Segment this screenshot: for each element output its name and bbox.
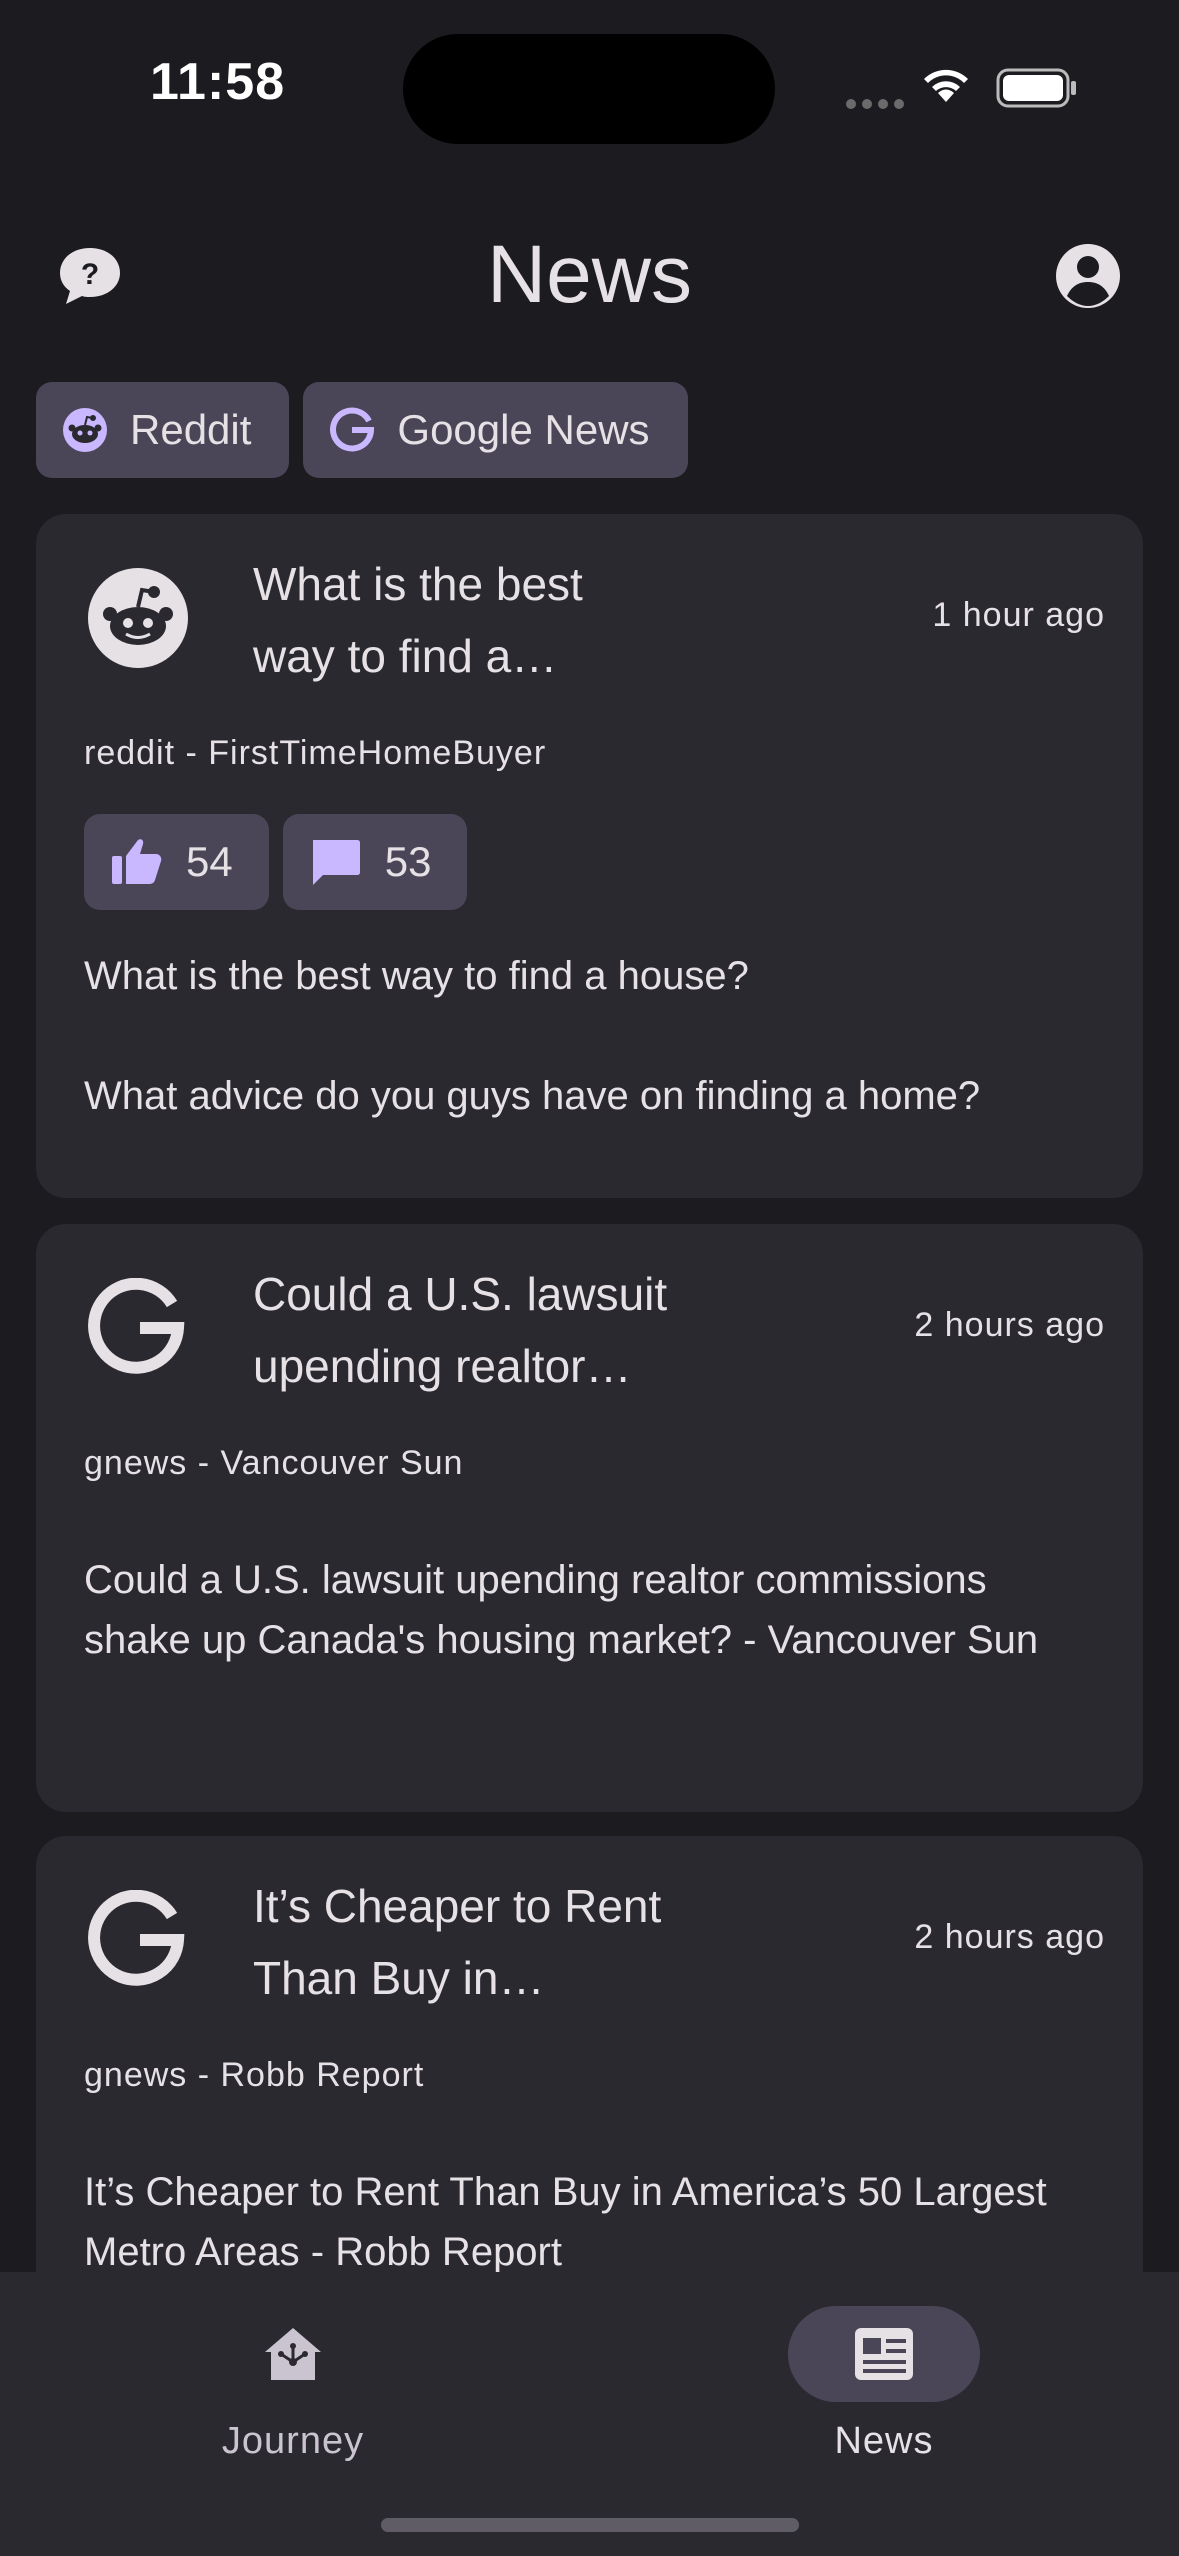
upvote-button[interactable]: 54 — [84, 814, 269, 910]
card-source: gnews - Robb Report — [84, 2056, 425, 2094]
google-icon — [88, 1890, 185, 1986]
thumb-up-icon — [112, 839, 162, 884]
reddit-icon — [63, 408, 107, 452]
card-timestamp: 1 hour ago — [932, 596, 1105, 634]
filter-chip-label: Google News — [397, 406, 650, 453]
upvote-count: 54 — [186, 838, 233, 885]
comment-icon — [312, 840, 360, 885]
nav-indicator — [788, 2306, 980, 2402]
filter-chip-reddit[interactable]: Reddit — [36, 382, 290, 478]
card-title: What is the best way to find a house? — [253, 558, 583, 682]
google-icon — [88, 1278, 185, 1374]
battery-icon — [996, 68, 1076, 108]
card-source: gnews - Vancouver Sun — [84, 1444, 464, 1482]
card-source: reddit - FirstTimeHomeBuyer — [84, 734, 547, 772]
news-card[interactable]: What is the best way to find a house? 1 … — [36, 514, 1143, 1198]
card-body: Could a U.S. lawsuit upending realtor co… — [84, 1558, 1039, 1662]
card-stats: 54 53 — [84, 814, 468, 910]
nav-item-journey[interactable]: Journey — [143, 2306, 443, 2463]
filter-chip-label: Reddit — [130, 406, 252, 453]
card-title: Could a U.S. lawsuit upending realtor co… — [253, 1268, 668, 1392]
nav-item-news[interactable]: News — [734, 2306, 1034, 2463]
newspaper-icon — [855, 2328, 913, 2380]
status-bar: 11:58 — [0, 0, 1179, 180]
status-time: 11:58 — [150, 53, 286, 111]
top-app-bar: ? News — [0, 200, 1179, 350]
card-timestamp: 2 hours ago — [914, 1918, 1105, 1956]
card-title: It’s Cheaper to Rent Than Buy in America… — [253, 1880, 662, 2004]
reddit-icon — [88, 568, 188, 668]
cellular-signal-icon — [846, 96, 910, 114]
filter-chip-google-news[interactable]: Google News — [303, 382, 688, 478]
google-icon — [330, 407, 375, 452]
journey-home-icon — [265, 2328, 321, 2380]
home-indicator[interactable] — [381, 2518, 799, 2532]
comments-button[interactable]: 53 — [282, 814, 468, 910]
card-body: What is the best way to find a house? Wh… — [84, 954, 981, 1118]
comment-count: 53 — [384, 838, 432, 885]
nav-indicator — [197, 2306, 389, 2402]
account-circle-icon[interactable] — [1052, 240, 1124, 312]
nav-label: News — [834, 2420, 934, 2462]
wifi-icon — [924, 69, 968, 102]
card-body: It’s Cheaper to Rent Than Buy in America… — [84, 2170, 1047, 2274]
source-filter-chips: Reddit Google News — [36, 382, 688, 478]
nav-label: Journey — [221, 2420, 365, 2462]
news-card[interactable]: Could a U.S. lawsuit upending realtor co… — [36, 1224, 1143, 1812]
card-timestamp: 2 hours ago — [914, 1306, 1105, 1344]
dynamic-island — [403, 34, 775, 144]
page-title: News — [486, 229, 693, 320]
bottom-navigation-bar: Journey News — [0, 2272, 1179, 2556]
